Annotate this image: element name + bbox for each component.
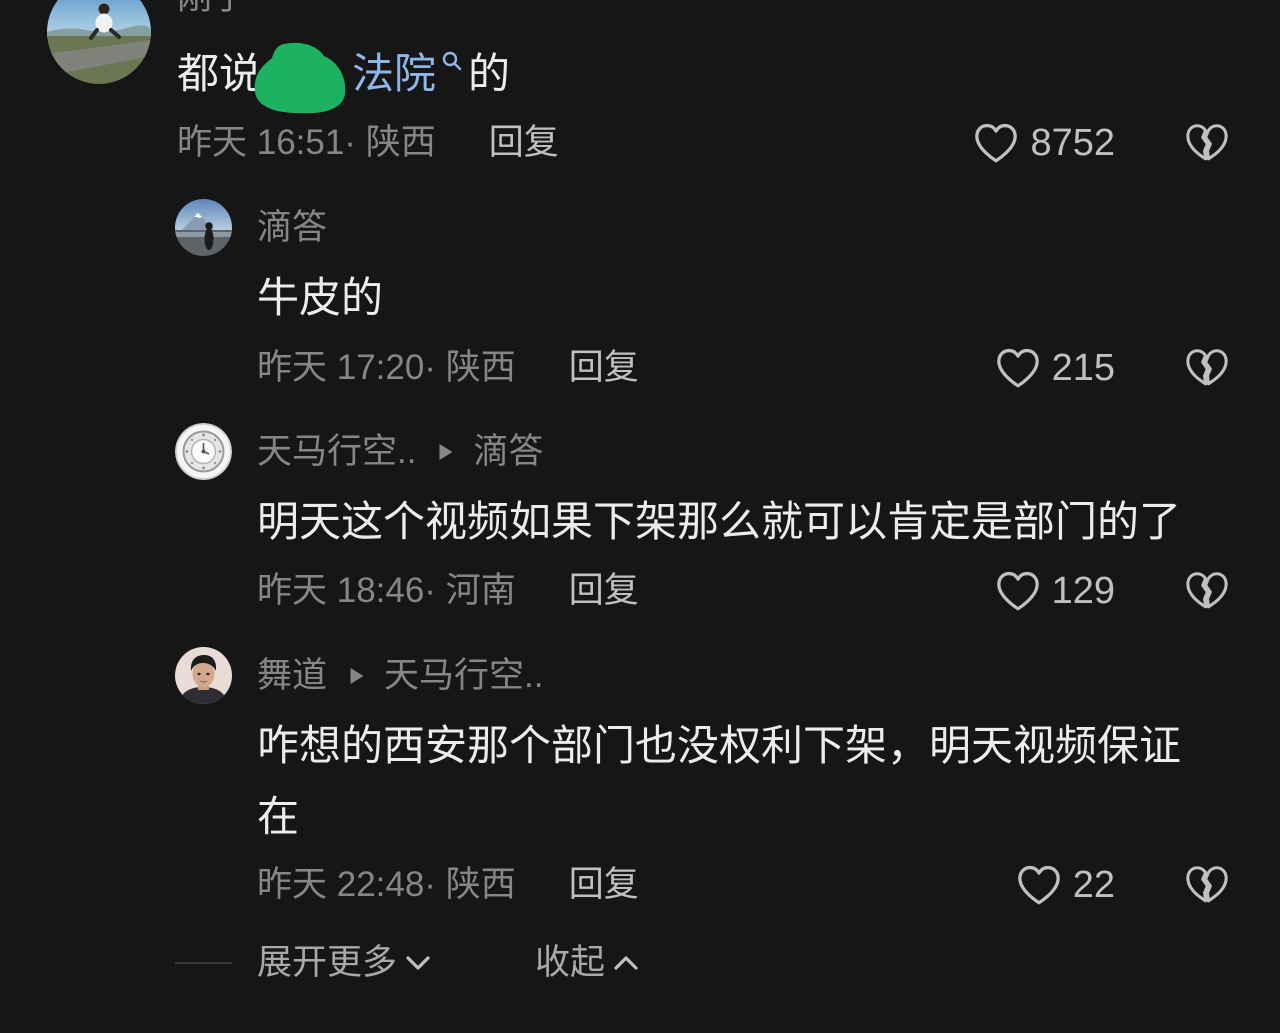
timestamp: 昨天 22:48· 陕西 <box>257 865 516 904</box>
reply-author-row: 舞道 天马行空.. <box>257 654 543 698</box>
avatar[interactable] <box>175 423 232 480</box>
comment-text-prefix: 都说 <box>177 50 262 97</box>
broken-heart-icon <box>1186 866 1228 903</box>
broken-heart-icon <box>1186 572 1228 609</box>
redaction-blob <box>254 42 346 114</box>
comment-thread: 刚子 都说 法院的 昨天 16:51· 陕西 回复 8752 <box>0 0 1280 1033</box>
dislike-button[interactable] <box>1184 121 1230 165</box>
reply-text: 咋想的西安那个部门也没权利下架，明天视频保证在 <box>257 722 1182 840</box>
comment-author-row: 刚子 <box>177 0 247 20</box>
like-count: 215 <box>1051 347 1115 389</box>
reply-meta: 昨天 17:20· 陕西 回复 <box>257 346 639 390</box>
avatar[interactable] <box>47 0 151 84</box>
avatar-image <box>175 199 232 256</box>
like-button[interactable]: 8752 <box>973 121 1115 165</box>
reply-meta-row: 昨天 18:46· 河南 回复 129 <box>0 569 1280 613</box>
expand-more-button[interactable]: 展开更多 <box>257 941 431 985</box>
reply-author[interactable]: 舞道 <box>257 654 327 698</box>
play-arrow-icon <box>439 444 453 460</box>
reply-text: 明天这个视频如果下架那么就可以肯定是部门的了 <box>257 498 1182 545</box>
reply-meta-row: 昨天 22:48· 陕西 回复 22 <box>0 863 1280 907</box>
search-icon <box>442 51 462 71</box>
comment-meta-row: 昨天 16:51· 陕西 回复 8752 <box>0 121 1280 165</box>
heart-icon <box>996 571 1039 611</box>
reply-button[interactable]: 回复 <box>569 863 639 907</box>
avatar[interactable] <box>175 647 232 704</box>
reply-text: 牛皮的 <box>257 274 384 321</box>
play-arrow-icon <box>350 668 364 684</box>
reply-meta: 昨天 22:48· 陕西 回复 <box>257 863 639 907</box>
avatar-image <box>47 0 151 84</box>
chevron-down-icon <box>406 956 430 970</box>
avatar-image <box>175 423 232 480</box>
heart-icon <box>1017 865 1060 905</box>
reply-author[interactable]: 天马行空.. <box>257 430 416 474</box>
comment-author[interactable]: 刚子 <box>177 0 247 20</box>
dislike-button[interactable] <box>1184 863 1230 907</box>
reply-to-author[interactable]: 滴答 <box>473 430 543 474</box>
avatar[interactable] <box>175 199 232 256</box>
like-button[interactable]: 22 <box>1016 863 1115 907</box>
broken-heart-icon <box>1186 349 1228 386</box>
reply-button[interactable]: 回复 <box>489 121 559 165</box>
comment-meta: 昨天 16:51· 陕西 回复 <box>177 121 559 165</box>
reply-author-row: 天马行空.. 滴答 <box>257 430 543 474</box>
expand-more-label: 展开更多 <box>257 943 398 982</box>
timestamp: 昨天 17:20· 陕西 <box>257 348 516 387</box>
reply-to-author[interactable]: 天马行空.. <box>384 654 543 698</box>
timestamp: 昨天 18:46· 河南 <box>257 571 516 610</box>
reply-meta: 昨天 18:46· 河南 回复 <box>257 569 639 613</box>
search-link[interactable]: 法院 <box>352 50 468 97</box>
reply-author-row: 滴答 <box>257 206 327 250</box>
reply-button[interactable]: 回复 <box>569 346 639 390</box>
reply-button[interactable]: 回复 <box>569 569 639 613</box>
like-count: 129 <box>1051 570 1115 612</box>
heart-icon <box>975 123 1018 163</box>
dislike-button[interactable] <box>1184 569 1230 613</box>
collapse-button[interactable]: 收起 <box>535 941 639 985</box>
footer-divider <box>175 962 232 964</box>
search-link-label: 法院 <box>352 50 437 97</box>
dislike-button[interactable] <box>1184 346 1230 390</box>
chevron-up-icon <box>614 956 638 970</box>
like-count: 22 <box>1072 864 1115 906</box>
like-button[interactable]: 129 <box>995 569 1115 613</box>
collapse-label: 收起 <box>535 943 606 982</box>
comment-text-suffix: 的 <box>468 50 511 97</box>
broken-heart-icon <box>1186 124 1228 161</box>
like-count: 8752 <box>1030 122 1115 164</box>
like-button[interactable]: 215 <box>995 346 1115 390</box>
reply-author[interactable]: 滴答 <box>257 206 327 250</box>
heart-icon <box>996 348 1039 388</box>
avatar-image <box>175 647 232 704</box>
timestamp: 昨天 16:51· 陕西 <box>177 123 436 162</box>
reply-meta-row: 昨天 17:20· 陕西 回复 215 <box>0 346 1280 390</box>
